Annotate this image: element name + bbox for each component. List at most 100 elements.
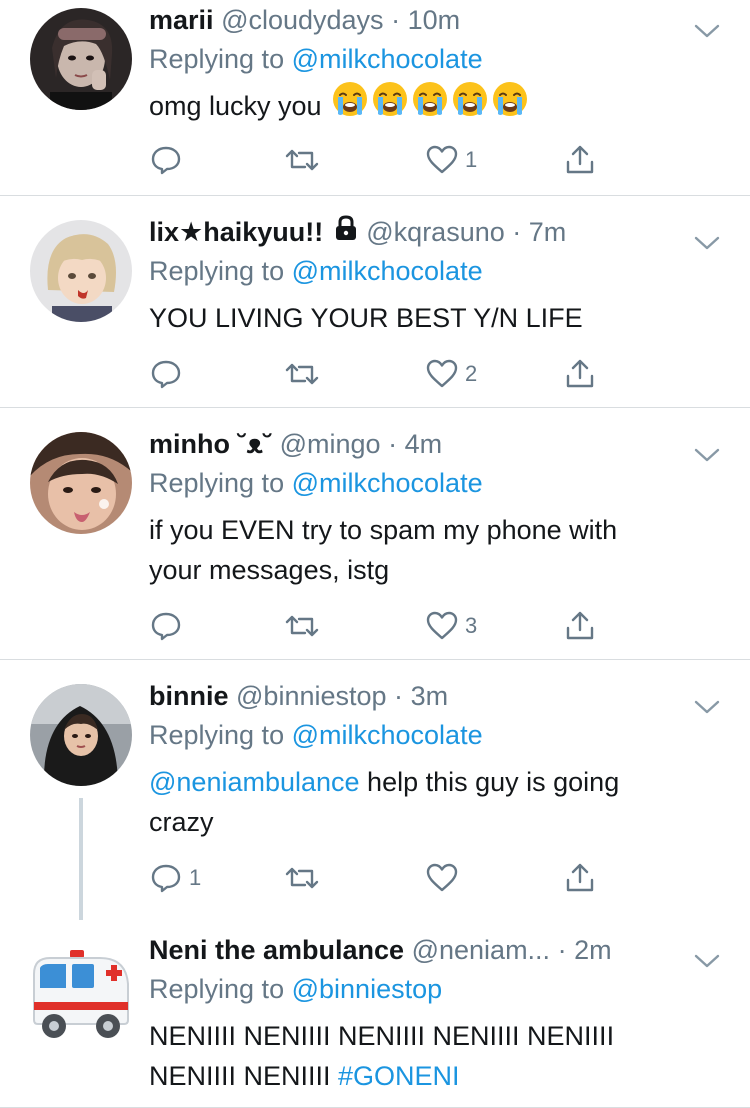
tweet-card[interactable]: marii @cloudydays · 10m Replying to @mil… <box>0 0 750 196</box>
display-name[interactable]: binnie <box>149 681 229 711</box>
share-icon <box>566 863 594 892</box>
reply-button[interactable] <box>149 606 189 646</box>
retweet-button[interactable] <box>283 858 327 898</box>
separator-dot: · <box>388 429 398 459</box>
ambulance-icon <box>30 944 132 1046</box>
crying-face-emoji <box>331 80 369 129</box>
mention-link[interactable]: @neniambulance <box>149 767 360 797</box>
tweet-text-line: NENIIII NENIIII #GONENI <box>149 1056 720 1096</box>
like-button[interactable]: 2 <box>425 354 477 394</box>
crying-face-emoji <box>491 80 529 129</box>
share-button[interactable] <box>563 858 597 898</box>
separator-dot: · <box>512 217 522 247</box>
timestamp[interactable]: 2m <box>574 935 612 965</box>
replying-to-mention[interactable]: @milkchocolate <box>292 720 483 750</box>
tweet-text: YOU LIVING YOUR BEST Y/N LIFE <box>149 303 583 333</box>
chevron-down-icon[interactable] <box>694 940 720 980</box>
chevron-down-icon[interactable] <box>694 10 720 50</box>
reply-icon <box>151 612 181 641</box>
like-button[interactable]: 3 <box>425 606 477 646</box>
hashtag-link[interactable]: #GONENI <box>338 1061 460 1091</box>
retweet-icon <box>285 149 319 171</box>
like-button[interactable]: 1 <box>425 140 477 180</box>
emoji-row <box>329 82 529 121</box>
display-name[interactable]: marii <box>149 5 214 35</box>
tweet-header: lix★haikyuu!! @kqrasuno · 7m <box>149 212 720 252</box>
replying-to-label: Replying to <box>149 720 285 750</box>
retweet-button[interactable] <box>283 354 327 394</box>
tweet-card[interactable]: binnie @binniestop · 3m Replying to @mil… <box>0 660 750 920</box>
timestamp[interactable]: 3m <box>411 681 449 711</box>
replying-to-mention[interactable]: @milkchocolate <box>292 256 483 286</box>
like-button[interactable] <box>425 858 465 898</box>
reply-icon <box>151 146 181 175</box>
chevron-down-icon[interactable] <box>694 434 720 474</box>
share-icon <box>566 359 594 388</box>
timestamp[interactable]: 7m <box>529 217 567 247</box>
replying-to-label: Replying to <box>149 44 285 74</box>
tweet-card[interactable]: minho ˘ᴥ˘ @mingo · 4m Replying to @milkc… <box>0 408 750 660</box>
avatar[interactable] <box>30 8 132 110</box>
tweet-text-line: @neniambulance help this guy is going <box>149 762 720 802</box>
tweet-text-line: NENIIII NENIIII NENIIII NENIIII NENIIII <box>149 1021 615 1051</box>
reply-icon <box>151 864 181 893</box>
heart-icon <box>426 359 458 388</box>
tweet-text: @neniambulance help this guy is going cr… <box>149 762 720 842</box>
display-name[interactable]: minho ˘ᴥ˘ <box>149 429 272 459</box>
reply-button[interactable] <box>149 140 189 180</box>
heart-icon <box>426 863 458 892</box>
separator-dot: · <box>557 935 567 965</box>
retweet-icon <box>285 363 319 385</box>
tweet-header: binnie @binniestop · 3m <box>149 676 720 716</box>
tweet-actions: 1 <box>149 140 619 180</box>
timestamp[interactable]: 10m <box>408 5 461 35</box>
tweet-text-line: if you EVEN try to spam my phone with <box>149 515 618 545</box>
retweet-button[interactable] <box>283 140 327 180</box>
retweet-icon <box>285 867 319 889</box>
tweet-actions: 3 <box>149 606 619 646</box>
share-button[interactable] <box>563 606 597 646</box>
display-name[interactable]: lix★haikyuu!! <box>149 217 323 247</box>
replying-to-mention[interactable]: @binniestop <box>292 974 443 1004</box>
tweet-header: marii @cloudydays · 10m <box>149 0 720 40</box>
retweet-button[interactable] <box>283 606 327 646</box>
replying-to-label: Replying to <box>149 468 285 498</box>
replying-to-line: Replying to @milkchocolate <box>149 464 720 502</box>
timestamp[interactable]: 4m <box>405 429 443 459</box>
crying-face-emoji <box>371 80 409 129</box>
reply-button[interactable] <box>149 354 189 394</box>
tweet-actions: 1 <box>149 858 619 898</box>
tweet-thread: marii @cloudydays · 10m Replying to @mil… <box>0 0 750 1108</box>
share-button[interactable] <box>563 354 597 394</box>
thread-connector <box>79 798 83 920</box>
avatar[interactable] <box>30 944 132 1046</box>
user-handle[interactable]: @kqrasuno <box>366 217 504 247</box>
tweet-card[interactable]: Neni the ambulance @neniam... · 2m Reply… <box>0 920 750 1108</box>
chevron-down-icon[interactable] <box>694 222 720 262</box>
like-count: 3 <box>465 613 478 638</box>
tweet-text: omg lucky you <box>149 82 720 129</box>
tweet-card[interactable]: lix★haikyuu!! @kqrasuno · 7m Replying to… <box>0 196 750 408</box>
replying-to-mention[interactable]: @milkchocolate <box>292 44 483 74</box>
tweet-text-line: crazy <box>149 807 214 837</box>
share-button[interactable] <box>563 140 597 180</box>
separator-dot: · <box>391 5 401 35</box>
user-handle[interactable]: @mingo <box>280 429 381 459</box>
user-handle[interactable]: @neniam... <box>412 935 550 965</box>
share-icon <box>566 145 594 174</box>
reply-count: 1 <box>189 865 202 890</box>
crying-face-emoji <box>411 80 449 129</box>
tweet-text-line: your messages, istg <box>149 555 390 585</box>
replying-to-label: Replying to <box>149 256 285 286</box>
reply-button[interactable]: 1 <box>149 858 201 898</box>
avatar[interactable] <box>30 684 132 786</box>
chevron-down-icon[interactable] <box>694 686 720 726</box>
replying-to-mention[interactable]: @milkchocolate <box>292 468 483 498</box>
user-handle[interactable]: @cloudydays <box>221 5 384 35</box>
display-name[interactable]: Neni the ambulance <box>149 935 404 965</box>
replying-to-line: Replying to @milkchocolate <box>149 40 720 78</box>
user-handle[interactable]: @binniestop <box>236 681 387 711</box>
avatar[interactable] <box>30 432 132 534</box>
separator-dot: · <box>394 681 404 711</box>
avatar[interactable] <box>30 220 132 322</box>
